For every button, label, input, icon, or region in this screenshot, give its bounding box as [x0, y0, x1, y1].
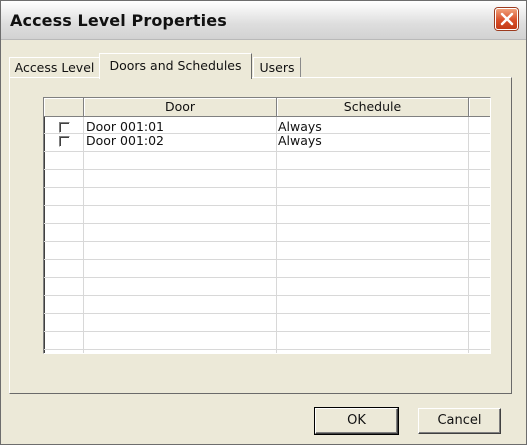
grid-line: [44, 187, 490, 188]
tab-label: Access Level: [14, 60, 95, 75]
tab-access-level[interactable]: Access Level: [9, 57, 100, 77]
door-cell: Door 001:02: [86, 133, 165, 148]
grid-line: [276, 117, 277, 353]
grid-line: [44, 241, 490, 242]
schedule-cell: Always: [278, 133, 322, 148]
grid-line: [44, 313, 490, 314]
header-label: Door: [164, 99, 196, 114]
grid-line: [44, 169, 490, 170]
header-label: Schedule: [343, 99, 402, 114]
tab-doors-and-schedules[interactable]: Doors and Schedules: [99, 53, 252, 79]
row-checkbox[interactable]: [59, 136, 70, 147]
grid-line: [44, 151, 490, 152]
grid-line: [44, 205, 490, 206]
close-icon: [500, 12, 513, 26]
grid-line: [44, 277, 490, 278]
door-cell: Door 001:01: [86, 119, 165, 134]
cancel-button[interactable]: Cancel: [418, 408, 501, 434]
tab-label: Users: [259, 60, 295, 75]
row-checkbox[interactable]: [59, 122, 70, 133]
column-header-select[interactable]: [44, 98, 84, 117]
grid-line: [44, 349, 490, 350]
grid-line: [44, 223, 490, 224]
cancel-label: Cancel: [437, 413, 482, 428]
title-bar[interactable]: Access Level Properties: [1, 1, 526, 40]
grid-line: [44, 259, 490, 260]
grid-line: [83, 117, 84, 353]
column-header-filler: [469, 98, 490, 117]
column-header-schedule[interactable]: Schedule: [277, 98, 469, 117]
tab-label: Doors and Schedules: [109, 58, 242, 73]
grid-line: [468, 117, 469, 353]
column-header-door[interactable]: Door: [84, 98, 277, 117]
doors-list[interactable]: Door Schedule Door 001:01 Always Door 00…: [43, 97, 491, 354]
dialog-window: Access Level Properties Access Level Doo…: [0, 0, 527, 445]
grid-line: [44, 295, 490, 296]
tab-users[interactable]: Users: [253, 57, 301, 77]
ok-button[interactable]: OK: [314, 407, 399, 435]
close-button[interactable]: [495, 8, 518, 30]
ok-label: OK: [347, 413, 366, 428]
window-title: Access Level Properties: [10, 11, 227, 30]
schedule-cell: Always: [278, 119, 322, 134]
grid-line: [44, 331, 490, 332]
